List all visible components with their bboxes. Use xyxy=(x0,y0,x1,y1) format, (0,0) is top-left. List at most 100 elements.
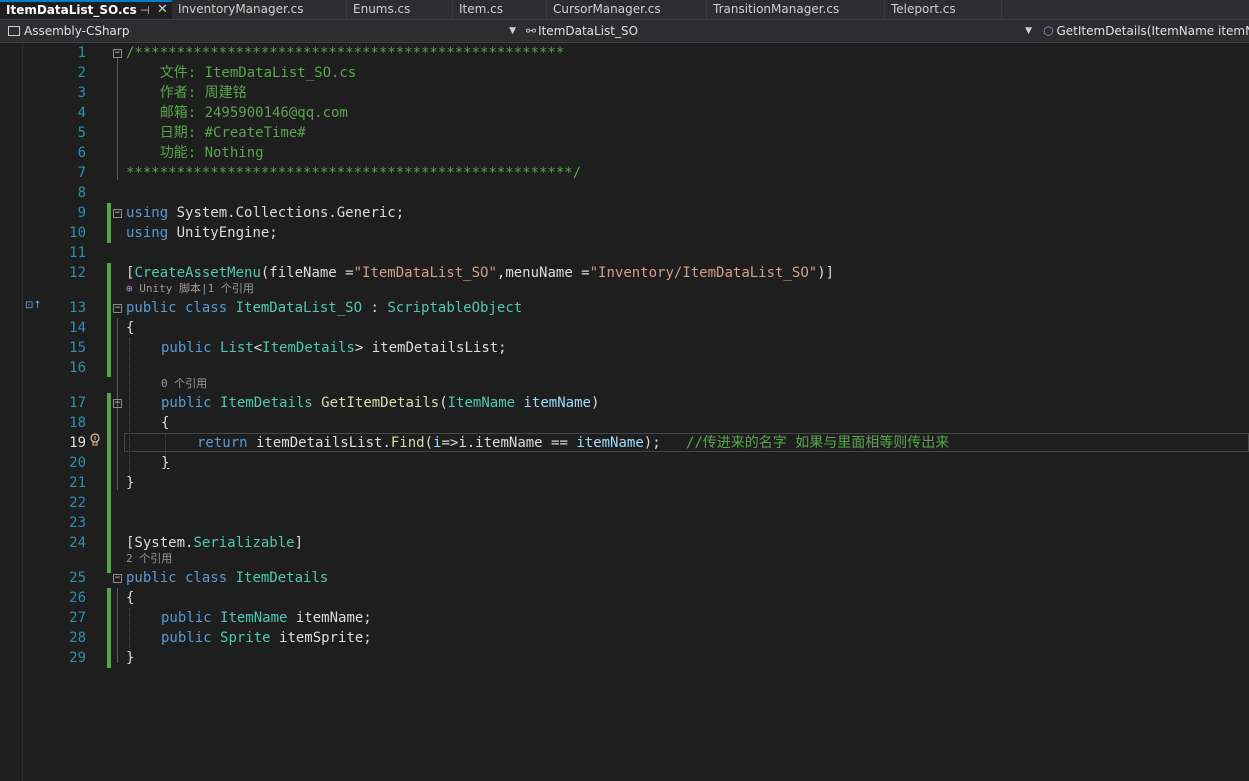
keyword: public xyxy=(161,630,212,646)
code-line[interactable]: public class ItemDataList_SO : Scriptabl… xyxy=(126,298,522,318)
code-line[interactable]: /***************************************… xyxy=(126,43,564,63)
comment: //传进来的名字 如果与里面相等则传出来 xyxy=(685,435,950,451)
codelens-text: 0 个引用 xyxy=(161,377,208,390)
code-line[interactable]: ****************************************… xyxy=(126,163,581,183)
lightbulb-icon[interactable] xyxy=(89,433,101,447)
code-line[interactable]: { xyxy=(161,413,169,433)
base-class-name: ScriptableObject xyxy=(387,300,523,316)
fold-region-line xyxy=(117,588,118,663)
code-line[interactable]: { xyxy=(126,588,134,608)
tab-label: TransitionManager.cs xyxy=(713,2,840,16)
project-dropdown[interactable]: Assembly-CSharp ▼ xyxy=(8,22,520,40)
line-number: 10 xyxy=(69,225,86,241)
change-marker xyxy=(107,263,111,377)
code-line[interactable]: 功能: Nothing xyxy=(126,143,264,163)
collapse-toggle[interactable]: − xyxy=(113,399,122,408)
code-text: : xyxy=(362,300,388,316)
code-text: < xyxy=(253,340,263,356)
code-line[interactable]: [System.Serializable] xyxy=(126,533,303,553)
code-text: itemDetailsList. xyxy=(247,435,391,451)
tab-itemdatalist-so[interactable]: ItemDataList_SO.cs ⊣ ✕ xyxy=(0,0,175,19)
line-number: 18 xyxy=(69,415,86,431)
keyword: public xyxy=(161,395,212,411)
attribute-name: CreateAssetMenu xyxy=(134,265,261,281)
code-line[interactable]: 邮箱: 2495900146@qq.com xyxy=(126,103,348,123)
code-text: )] xyxy=(817,265,835,281)
code-line[interactable]: public Sprite itemSprite; xyxy=(161,628,372,648)
keyword: public class xyxy=(126,300,228,316)
code-line[interactable]: public ItemDetails GetItemDetails(ItemNa… xyxy=(161,393,599,413)
code-text: > itemDetailsList; xyxy=(354,340,507,356)
code-line[interactable]: { xyxy=(126,318,134,338)
code-text: ( xyxy=(439,395,448,411)
tab-label: ItemDataList_SO.cs xyxy=(6,3,137,17)
type-name: ItemName xyxy=(447,395,516,411)
collapse-toggle[interactable]: − xyxy=(113,304,122,313)
code-text: UnityEngine; xyxy=(168,225,278,241)
change-marker xyxy=(107,588,111,668)
collapse-toggle[interactable]: − xyxy=(113,49,122,58)
member-dropdown[interactable]: ⬡ GetItemDetails(ItemName itemN xyxy=(1043,22,1249,40)
code-line[interactable]: public List<ItemDetails> itemDetailsList… xyxy=(161,338,507,358)
line-number: 14 xyxy=(69,320,86,336)
code-line[interactable]: 日期: #CreateTime# xyxy=(126,123,306,143)
line-number: 13 xyxy=(69,300,86,316)
line-number: 19 xyxy=(69,435,86,451)
line-number: 20 xyxy=(69,455,86,471)
collapse-toggle[interactable]: − xyxy=(113,574,122,583)
parameter-name: itemName xyxy=(523,395,591,411)
close-icon[interactable]: ✕ xyxy=(157,2,168,18)
tab-item[interactable]: Item.cs xyxy=(453,0,547,19)
line-number: 27 xyxy=(69,610,86,626)
change-marker xyxy=(107,393,111,573)
codelens-hint[interactable]: ⊕ Unity 脚本|1 个引用 xyxy=(126,282,254,296)
code-line[interactable]: public class ItemDetails xyxy=(126,568,328,588)
tab-label: Enums.cs xyxy=(353,2,411,16)
tab-enums[interactable]: Enums.cs xyxy=(347,0,453,19)
code-line[interactable]: } xyxy=(161,453,169,473)
code-text: ( xyxy=(424,435,434,451)
tab-label: Item.cs xyxy=(459,2,503,16)
line-number: 21 xyxy=(69,475,86,491)
line-number: 6 xyxy=(77,145,86,161)
codelens-hint[interactable]: 2 个引用 xyxy=(126,552,172,566)
line-number: 24 xyxy=(69,535,86,551)
code-line[interactable]: [CreateAssetMenu(fileName ="ItemDataList… xyxy=(126,263,834,283)
line-number: 23 xyxy=(69,515,86,531)
line-number: 9 xyxy=(77,205,86,221)
class-icon: ⚯ xyxy=(526,24,537,38)
pin-icon[interactable]: ⊣ xyxy=(140,3,150,19)
tab-label: Teleport.cs xyxy=(891,2,956,16)
line-number: 15 xyxy=(69,340,86,356)
tab-cursormanager[interactable]: CursorManager.cs xyxy=(547,0,707,19)
tab-teleport[interactable]: Teleport.cs xyxy=(885,0,1002,19)
line-number: 22 xyxy=(69,495,86,511)
code-line[interactable]: using System.Collections.Generic; xyxy=(126,203,404,223)
class-name: ItemDetails xyxy=(235,570,329,586)
attribute-name: Serializable xyxy=(193,535,295,551)
line-number: 7 xyxy=(77,165,86,181)
tab-transitionmanager[interactable]: TransitionManager.cs xyxy=(707,0,885,19)
code-line[interactable]: 作者: 周建铭 xyxy=(126,83,247,103)
type-dropdown[interactable]: ⚯ ItemDataList_SO ▼ xyxy=(526,22,1036,40)
line-number: 26 xyxy=(69,590,86,606)
change-marker xyxy=(107,203,111,243)
editor-margin xyxy=(0,43,23,781)
keyword: return xyxy=(197,435,248,451)
code-line[interactable]: return itemDetailsList.Find(i=>i.itemNam… xyxy=(197,433,949,453)
string-literal: "Inventory/ItemDataList_SO" xyxy=(589,265,818,281)
collapse-toggle[interactable]: − xyxy=(113,209,122,218)
project-label: Assembly-CSharp xyxy=(24,24,130,38)
code-line[interactable]: public ItemName itemName; xyxy=(161,608,372,628)
code-line[interactable]: } xyxy=(126,473,134,493)
unity-reference-icon[interactable]: ⊡↑ xyxy=(25,300,42,312)
code-text: ,menuName = xyxy=(496,265,590,281)
code-line[interactable]: 文件: ItemDataList_SO.cs xyxy=(126,63,357,83)
type-name: ItemDetails xyxy=(262,340,355,356)
line-number: 8 xyxy=(77,185,86,201)
codelens-hint[interactable]: 0 个引用 xyxy=(161,377,207,391)
tab-inventorymanager[interactable]: InventoryManager.cs xyxy=(172,0,347,19)
code-line[interactable]: } xyxy=(126,648,134,668)
code-line[interactable]: using UnityEngine; xyxy=(126,223,278,243)
document-tab-bar: ItemDataList_SO.cs ⊣ ✕ InventoryManager.… xyxy=(0,0,1249,20)
